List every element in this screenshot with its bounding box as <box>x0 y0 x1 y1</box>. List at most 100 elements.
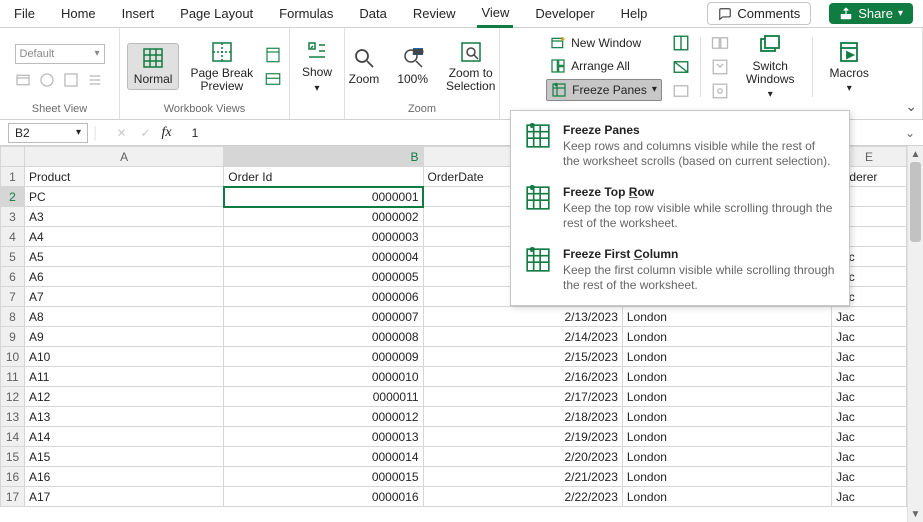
row-header-16[interactable]: 16 <box>1 467 25 487</box>
cell[interactable]: 2/21/2023 <box>423 467 622 487</box>
cell[interactable]: A11 <box>24 367 223 387</box>
cell[interactable]: Jac <box>832 367 907 387</box>
cell[interactable]: A3 <box>24 207 223 227</box>
cell[interactable]: 2/22/2023 <box>423 487 622 507</box>
cell[interactable]: 0000002 <box>224 207 423 227</box>
tab-data[interactable]: Data <box>355 1 390 26</box>
cell[interactable]: A17 <box>24 487 223 507</box>
scroll-down-icon[interactable]: ▼ <box>908 506 923 522</box>
cell[interactable]: London <box>622 447 831 467</box>
cell[interactable]: London <box>622 387 831 407</box>
custom-views-icon[interactable] <box>264 70 282 88</box>
cell[interactable]: A12 <box>24 387 223 407</box>
show-button[interactable]: Show ▾ <box>295 36 339 96</box>
col-header-B[interactable]: B <box>224 147 423 167</box>
cell[interactable]: London <box>622 407 831 427</box>
select-all-cell[interactable] <box>1 147 25 167</box>
cell[interactable]: Jac <box>832 327 907 347</box>
row-header-13[interactable]: 13 <box>1 407 25 427</box>
unhide-icon[interactable] <box>672 82 690 100</box>
cell[interactable]: Order Id <box>224 167 423 187</box>
scroll-thumb[interactable] <box>910 162 921 242</box>
cell[interactable]: Jac <box>832 467 907 487</box>
cell[interactable]: A15 <box>24 447 223 467</box>
cell[interactable]: 0000015 <box>224 467 423 487</box>
cell[interactable]: A4 <box>24 227 223 247</box>
scroll-up-icon[interactable]: ▲ <box>908 146 923 162</box>
cell[interactable]: A13 <box>24 407 223 427</box>
zoom-to-selection-button[interactable]: Zoom to Selection <box>439 37 502 96</box>
cell[interactable]: 0000008 <box>224 327 423 347</box>
row-header-4[interactable]: 4 <box>1 227 25 247</box>
cell[interactable]: 2/19/2023 <box>423 427 622 447</box>
row-header-3[interactable]: 3 <box>1 207 25 227</box>
split-icon[interactable] <box>672 34 690 52</box>
cell[interactable]: 0000014 <box>224 447 423 467</box>
arrange-all-button[interactable]: Arrange All <box>546 56 662 76</box>
cancel-formula-icon[interactable]: ✕ <box>114 126 130 140</box>
cell[interactable]: London <box>622 307 831 327</box>
cell[interactable]: London <box>622 347 831 367</box>
cell[interactable]: A8 <box>24 307 223 327</box>
cell[interactable]: A16 <box>24 467 223 487</box>
tab-file[interactable]: File <box>10 1 39 26</box>
new-icon[interactable] <box>63 72 79 88</box>
cell[interactable]: 0000009 <box>224 347 423 367</box>
freeze-top-row-item[interactable]: * Freeze Top Row Keep the top row visibl… <box>511 177 849 239</box>
tab-view[interactable]: View <box>477 0 513 28</box>
cell[interactable]: London <box>622 427 831 447</box>
new-window-button[interactable]: New Window <box>546 33 662 53</box>
options-icon[interactable] <box>87 72 103 88</box>
keep-icon[interactable] <box>15 72 31 88</box>
cell[interactable]: Jac <box>832 307 907 327</box>
expand-formula-icon[interactable]: ⌄ <box>905 126 915 140</box>
name-box[interactable]: B2▾ <box>8 123 88 143</box>
cell[interactable]: 2/17/2023 <box>423 387 622 407</box>
freeze-panes-item[interactable]: * Freeze Panes Keep rows and columns vis… <box>511 115 849 177</box>
fx-icon[interactable]: fx <box>162 125 172 141</box>
cell[interactable]: London <box>622 487 831 507</box>
cell[interactable]: 2/14/2023 <box>423 327 622 347</box>
cell[interactable]: 0000006 <box>224 287 423 307</box>
row-header-8[interactable]: 8 <box>1 307 25 327</box>
cell[interactable]: 0000012 <box>224 407 423 427</box>
cell[interactable]: London <box>622 327 831 347</box>
cell[interactable]: 0000013 <box>224 427 423 447</box>
cell[interactable]: A6 <box>24 267 223 287</box>
cell[interactable]: A7 <box>24 287 223 307</box>
switch-windows-button[interactable]: Switch Windows▾ <box>739 30 802 103</box>
cell[interactable]: 0000005 <box>224 267 423 287</box>
reset-pos-icon[interactable] <box>711 82 729 100</box>
freeze-panes-button[interactable]: * Freeze Panes ▾ <box>546 79 662 101</box>
cell[interactable]: London <box>622 367 831 387</box>
row-header-15[interactable]: 15 <box>1 447 25 467</box>
cell[interactable]: Jac <box>832 487 907 507</box>
tab-review[interactable]: Review <box>409 1 460 26</box>
cell[interactable]: Jac <box>832 447 907 467</box>
cell[interactable]: 0000001 <box>224 187 423 207</box>
vertical-scrollbar[interactable]: ▲ ▼ <box>907 146 923 522</box>
row-header-17[interactable]: 17 <box>1 487 25 507</box>
cell[interactable]: 0000007 <box>224 307 423 327</box>
row-header-6[interactable]: 6 <box>1 267 25 287</box>
cell[interactable]: 2/20/2023 <box>423 447 622 467</box>
row-header-14[interactable]: 14 <box>1 427 25 447</box>
formula-value[interactable]: 1 <box>180 126 199 140</box>
cell[interactable]: 2/16/2023 <box>423 367 622 387</box>
exit-icon[interactable] <box>39 72 55 88</box>
cell[interactable]: Product <box>24 167 223 187</box>
share-button[interactable]: Share ▾ <box>829 3 913 24</box>
hide-icon[interactable] <box>672 58 690 76</box>
cell[interactable]: A9 <box>24 327 223 347</box>
col-header-A[interactable]: A <box>24 147 223 167</box>
cell[interactable]: A5 <box>24 247 223 267</box>
tab-formulas[interactable]: Formulas <box>275 1 337 26</box>
comments-button[interactable]: Comments <box>707 2 811 25</box>
tab-page-layout[interactable]: Page Layout <box>176 1 257 26</box>
cell[interactable]: 0000004 <box>224 247 423 267</box>
row-header-7[interactable]: 7 <box>1 287 25 307</box>
side-by-side-icon[interactable] <box>711 34 729 52</box>
cell[interactable]: 2/13/2023 <box>423 307 622 327</box>
collapse-ribbon-icon[interactable]: ⌄ <box>905 98 917 115</box>
cell[interactable]: 2/15/2023 <box>423 347 622 367</box>
